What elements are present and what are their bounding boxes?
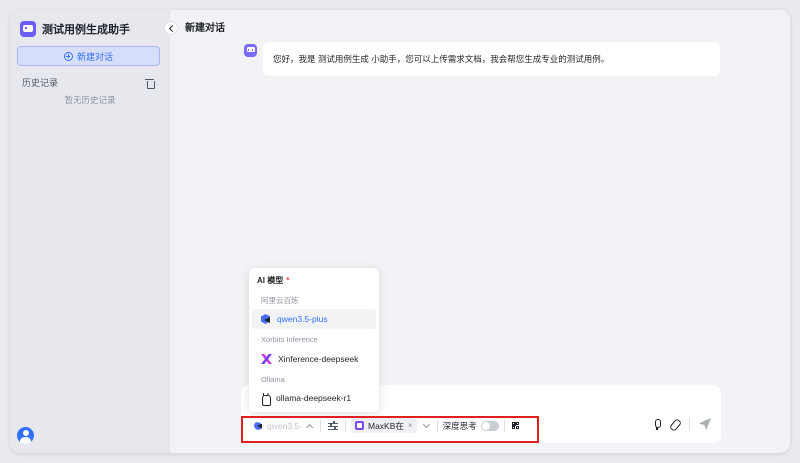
paperclip-icon[interactable] — [670, 419, 680, 430]
robot-logo-icon — [20, 21, 36, 37]
knowledge-base-icon — [355, 421, 364, 430]
grid-cell — [511, 425, 515, 429]
input-toolbar: qwen3.5- MaxKB在 × 深度思考 — [251, 416, 522, 435]
toolbar-divider — [503, 419, 505, 432]
collapse-sidebar-button[interactable] — [164, 21, 178, 35]
close-icon[interactable]: × — [408, 421, 413, 430]
deep-think-toggle[interactable] — [480, 420, 499, 431]
apps-grid-icon[interactable] — [511, 421, 520, 430]
xinference-icon — [261, 354, 272, 364]
chevron-up-icon — [305, 423, 314, 431]
chat-title: 新建对话 — [185, 23, 225, 34]
model-select[interactable]: qwen3.5- — [251, 416, 315, 435]
toolbar-divider — [436, 419, 438, 432]
new-chat-button[interactable]: 新建对话 — [17, 46, 160, 66]
app-window: 测试用例生成助手 新建对话 历史记录 暂无历史记录 新建对话 您好，我是 测试用… — [10, 10, 790, 453]
model-option-xinference[interactable]: Xinference-deepseek — [252, 349, 376, 369]
send-icon[interactable] — [699, 418, 711, 430]
trash-icon[interactable] — [145, 78, 155, 89]
provider-group-label: Xorbits Inference — [261, 335, 318, 344]
grid-cell — [515, 421, 519, 425]
chevron-left-icon — [168, 24, 176, 32]
input-right-tools — [653, 418, 711, 430]
chevron-down-icon[interactable] — [422, 420, 430, 428]
grid-cell — [511, 421, 515, 425]
model-option-label: ollama-deepseek-r1 — [276, 393, 352, 403]
deep-think-label: 深度思考 — [442, 420, 477, 431]
qwen-icon — [254, 421, 263, 431]
history-label: 历史记录 — [22, 78, 59, 88]
microphone-icon[interactable] — [653, 418, 661, 430]
model-option-label: Xinference-deepseek — [278, 354, 359, 364]
required-mark: * — [286, 276, 290, 285]
ollama-icon — [261, 392, 271, 406]
model-option-label: qwen3.5-plus — [277, 314, 328, 324]
model-select-value: qwen3.5- — [267, 420, 302, 431]
history-empty-text: 暂无历史记录 — [64, 95, 116, 105]
knowledge-base-name: MaxKB在 — [368, 420, 404, 431]
qwen-icon — [261, 314, 271, 324]
grid-cell — [515, 425, 519, 429]
user-avatar[interactable] — [17, 427, 34, 444]
new-chat-label: 新建对话 — [76, 51, 113, 62]
bot-avatar-icon — [244, 44, 257, 57]
brand: 测试用例生成助手 — [20, 20, 130, 38]
deep-think-control: 深度思考 — [443, 420, 499, 432]
knowledge-base-tag[interactable]: MaxKB在 × — [351, 418, 417, 433]
toolbar-divider — [345, 419, 346, 432]
model-option-qwen[interactable]: qwen3.5-plus — [252, 309, 376, 329]
toolbar-divider — [689, 418, 690, 430]
sidebar: 测试用例生成助手 新建对话 历史记录 暂无历史记录 — [10, 10, 170, 453]
provider-group-label: Ollama — [261, 375, 285, 384]
dropdown-header: AI 模型 * — [257, 275, 289, 286]
history-header: 历史记录 — [22, 76, 155, 89]
model-option-ollama[interactable]: ollama-deepseek-r1 — [252, 388, 376, 408]
plus-circle-icon — [63, 51, 73, 61]
model-params-icon[interactable] — [328, 421, 338, 431]
assistant-message-text: 您好，我是 测试用例生成 小助手，您可以上传需求文档，我会帮您生成专业的测试用例… — [273, 54, 610, 64]
provider-group-label: 阿里云百炼 — [261, 296, 299, 305]
app-title: 测试用例生成助手 — [42, 24, 130, 36]
assistant-message: 您好，我是 测试用例生成 小助手，您可以上传需求文档，我会帮您生成专业的测试用例… — [263, 42, 720, 76]
dropdown-header-label: AI 模型 — [257, 276, 284, 285]
toolbar-divider — [320, 419, 321, 432]
model-dropdown: AI 模型 * 阿里云百炼 qwen3.5-plus Xorbits Infere… — [249, 268, 379, 412]
